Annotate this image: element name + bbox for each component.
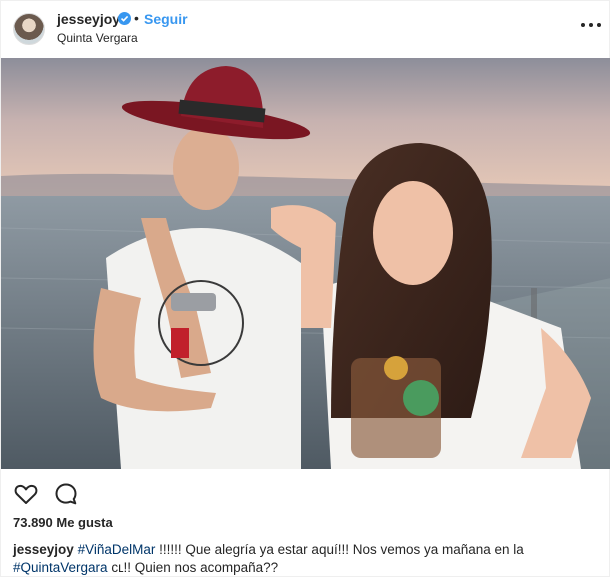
post-caption: jesseyjoy #ViñaDelMar !!!!!! Que alegría… <box>13 541 603 577</box>
follow-button[interactable]: Seguir <box>144 11 188 27</box>
caption-text: cʟ!! Quien nos acompaña?? <box>107 560 279 575</box>
location-link[interactable]: Quinta Vergara <box>57 31 138 45</box>
post-actions <box>1 469 610 517</box>
post-header: jesseyjoy • Seguir Quinta Vergara <box>1 1 610 57</box>
separator-dot: • <box>134 10 139 26</box>
username[interactable]: jesseyjoy <box>57 11 120 27</box>
verified-badge-icon <box>118 12 131 25</box>
like-count[interactable]: 73.890 Me gusta <box>13 515 113 530</box>
hashtag-link[interactable]: #QuintaVergara <box>13 560 108 575</box>
heart-icon[interactable] <box>13 481 39 507</box>
avatar[interactable] <box>13 13 45 45</box>
instagram-post: jesseyjoy • Seguir Quinta Vergara 73.890… <box>0 0 610 577</box>
caption-username[interactable]: jesseyjoy <box>13 542 74 557</box>
caption-text: !!!!!! Que alegría ya estar aquí!!! Nos … <box>155 542 524 557</box>
comment-icon[interactable] <box>53 481 79 507</box>
more-options-icon[interactable] <box>579 13 603 37</box>
hashtag-link[interactable]: #ViñaDelMar <box>78 542 156 557</box>
post-photo[interactable] <box>1 58 610 469</box>
